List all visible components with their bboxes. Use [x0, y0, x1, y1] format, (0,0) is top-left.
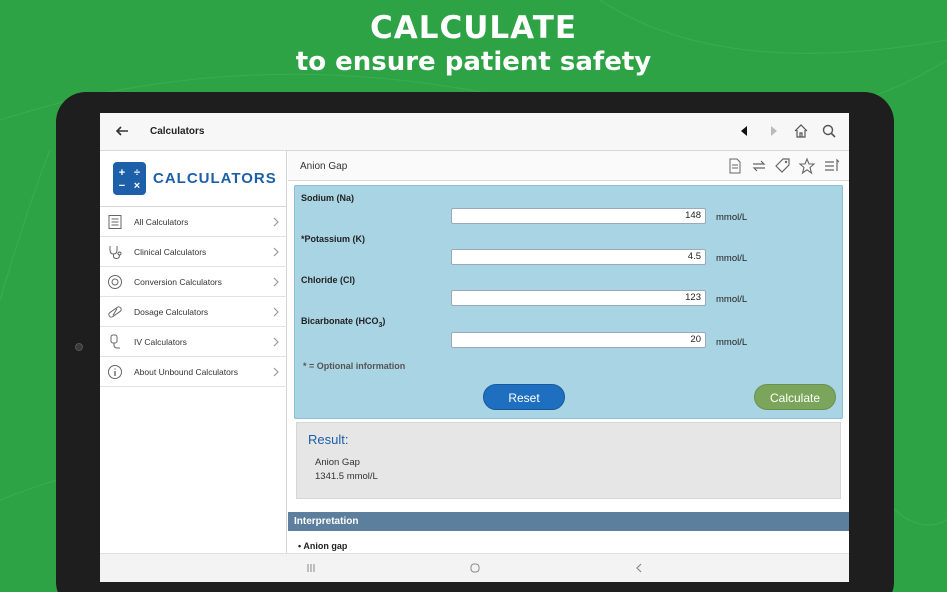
- calculator-form: Sodium (Na) 148 mmol/L *Potassium (K) 4.…: [294, 185, 843, 419]
- result-panel: Result: Anion Gap 1341.5 mmol/L: [296, 422, 841, 499]
- sidebar: + ÷ − × CALCULATORS All Calculators Clin…: [100, 151, 287, 553]
- chloride-unit: mmol/L: [716, 294, 748, 305]
- logo-plus: +: [118, 167, 126, 179]
- search-icon[interactable]: [821, 123, 837, 139]
- home-button-icon[interactable]: [468, 561, 482, 575]
- star-icon[interactable]: [798, 157, 816, 175]
- chevron-right-icon: [273, 247, 279, 257]
- logo-times: ×: [133, 180, 141, 192]
- sidebar-item-label: Conversion Calculators: [134, 277, 222, 287]
- tag-icon[interactable]: [774, 157, 792, 175]
- next-icon[interactable]: [766, 123, 782, 139]
- conversion-icon: [108, 275, 122, 289]
- back-arrow-icon[interactable]: [114, 123, 130, 139]
- promo-headline: CALCULATE: [369, 10, 578, 46]
- sidebar-item-label: All Calculators: [134, 217, 189, 227]
- bicarbonate-label-end: ): [382, 316, 386, 326]
- chevron-right-icon: [273, 277, 279, 287]
- sidebar-item-iv-calculators[interactable]: IV Calculators: [100, 327, 287, 357]
- sidebar-logo-text: CALCULATORS: [153, 170, 277, 187]
- potassium-label: *Potassium (K): [301, 234, 366, 244]
- sidebar-item-label: IV Calculators: [134, 337, 187, 347]
- note-icon[interactable]: [726, 157, 744, 175]
- list-icon: [108, 215, 122, 229]
- chloride-label: Chloride (Cl): [301, 275, 355, 285]
- back-button-icon[interactable]: [632, 561, 646, 575]
- pill-icon: [108, 306, 122, 318]
- app-screen: Calculators + ÷ − × CALCULATORS All Calc…: [100, 113, 849, 582]
- info-icon: [108, 365, 122, 379]
- logo-divide: ÷: [133, 167, 141, 179]
- sidebar-item-conversion-calculators[interactable]: Conversion Calculators: [100, 267, 287, 297]
- potassium-unit: mmol/L: [716, 253, 748, 264]
- chevron-right-icon: [273, 337, 279, 347]
- interpretation-item-label: Anion gap: [303, 541, 348, 551]
- reset-button[interactable]: Reset: [483, 384, 565, 410]
- bicarbonate-input[interactable]: 20: [451, 332, 706, 348]
- app-bar: Calculators: [100, 113, 849, 151]
- chevron-right-icon: [273, 367, 279, 377]
- interpretation-item: • Anion gap: [298, 541, 347, 551]
- result-title: Result:: [308, 432, 349, 447]
- calculate-button[interactable]: Calculate: [754, 384, 836, 410]
- previous-icon[interactable]: [736, 123, 752, 139]
- exchange-icon[interactable]: [750, 157, 768, 175]
- calculator-header: Anion Gap: [288, 151, 849, 181]
- sidebar-item-clinical-calculators[interactable]: Clinical Calculators: [100, 237, 287, 267]
- iv-bag-icon: [110, 334, 120, 349]
- chevron-right-icon: [273, 307, 279, 317]
- home-icon[interactable]: [793, 123, 809, 139]
- sidebar-item-label: About Unbound Calculators: [134, 367, 238, 377]
- chloride-input[interactable]: 123: [451, 290, 706, 306]
- promo-subline: to ensure patient safety: [295, 47, 652, 77]
- calculator-title: Anion Gap: [300, 161, 348, 172]
- calculators-logo-icon: + ÷ − ×: [113, 162, 146, 195]
- sidebar-item-dosage-calculators[interactable]: Dosage Calculators: [100, 297, 287, 327]
- tablet-camera: [75, 343, 83, 351]
- sidebar-item-all-calculators[interactable]: All Calculators: [100, 207, 287, 237]
- sodium-label: Sodium (Na): [301, 193, 354, 203]
- sodium-unit: mmol/L: [716, 212, 748, 223]
- bicarbonate-unit: mmol/L: [716, 337, 748, 348]
- sidebar-item-about[interactable]: About Unbound Calculators: [100, 357, 287, 387]
- calculator-main: Anion Gap Sodium (Na) 148 mmol/L *Potass…: [288, 151, 849, 553]
- bicarbonate-label-main: Bicarbonate (HCO: [301, 316, 379, 326]
- sidebar-item-label: Clinical Calculators: [134, 247, 207, 257]
- bicarbonate-label: Bicarbonate (HCO3): [301, 316, 385, 329]
- chevron-right-icon: [273, 217, 279, 227]
- recent-apps-icon[interactable]: [304, 561, 318, 575]
- logo-minus: −: [118, 180, 126, 192]
- system-nav-bar: [100, 553, 849, 582]
- result-name: Anion Gap: [315, 457, 360, 468]
- interpretation-header[interactable]: Interpretation: [288, 512, 849, 531]
- sort-icon[interactable]: [823, 157, 841, 175]
- potassium-input[interactable]: 4.5: [451, 249, 706, 265]
- sidebar-item-label: Dosage Calculators: [134, 307, 209, 317]
- sodium-input[interactable]: 148: [451, 208, 706, 224]
- app-bar-title: Calculators: [150, 126, 205, 137]
- stethoscope-icon: [109, 246, 122, 260]
- result-value: 1341.5 mmol/L: [315, 471, 378, 482]
- optional-note: * = Optional information: [303, 361, 406, 371]
